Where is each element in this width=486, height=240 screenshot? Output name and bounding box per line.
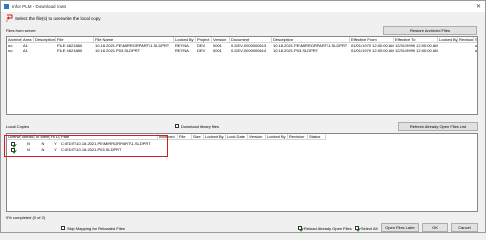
table-cell: 0001 [213, 48, 222, 53]
table-cell: 01/01/1970 12:00:00 AM [351, 48, 394, 53]
highlight-box [4, 135, 168, 157]
table-cell: 10.18.2021.P03.SLDPRT [273, 48, 319, 53]
select-all-label: Select All [361, 226, 378, 231]
reload-open-files-checkbox[interactable] [298, 226, 302, 230]
arrow-red-icon: 2 [6, 14, 13, 22]
restore-archived-button[interactable]: Restore Archived Files [383, 26, 477, 35]
server-files-grid: ArchivedAreaDescriptionFileFile NameLock… [6, 36, 478, 115]
table-cell: 10.18.2021.P03.SLDPRT [95, 48, 141, 53]
select-all-checkbox[interactable] [355, 226, 359, 230]
app-icon [4, 4, 9, 9]
close-icon[interactable]: ✕ [476, 3, 481, 10]
local-column-header[interactable]: Locked By [204, 134, 226, 140]
table-cell: DEV [197, 48, 206, 53]
local-column-header[interactable]: Revision [288, 134, 308, 140]
local-column-header[interactable]: Size [192, 134, 204, 140]
server-files-label: Files from server [6, 28, 36, 33]
table-cell: 0-DEV-0000000614 [231, 48, 267, 53]
table-cell: 12/31/9999 12:00:00 AM [395, 48, 438, 53]
refresh-open-files-button[interactable]: Refresh Already Open Files List [398, 122, 478, 131]
table-cell [34, 48, 56, 54]
table-cell: FILE 4621880 [57, 48, 83, 53]
local-column-header[interactable]: File [178, 134, 192, 140]
download-library-label: Download library files [181, 124, 220, 129]
open-files-later-button[interactable]: Open Files Later [381, 223, 419, 232]
local-copies-label: Local Copies [6, 124, 30, 129]
table-cell: REYNA [175, 48, 189, 53]
local-column-header[interactable]: Version [248, 134, 266, 140]
window-title: Infor PLM - Download rows [12, 4, 67, 9]
progress-text: 0% completed (0 of 2) [6, 215, 46, 220]
ok-button[interactable]: OK [422, 223, 448, 232]
table-cell: A1 [23, 48, 28, 53]
instruction-text: Select the file(s) to overwrite the loca… [15, 16, 101, 21]
table-cell [458, 48, 474, 54]
table-cell [438, 48, 458, 54]
skip-mapping-label: Skip Mapping for Reloaded Files [67, 226, 125, 231]
skip-mapping-checkbox[interactable] [61, 226, 65, 230]
local-column-header[interactable]: Status [308, 134, 326, 140]
table-cell: no [8, 48, 13, 53]
download-dialog: Infor PLM - Download rows ✕ 2 Select the… [0, 0, 486, 233]
title-bar: Infor PLM - Download rows ✕ [1, 1, 485, 12]
download-library-checkbox[interactable] [175, 124, 179, 128]
local-column-header[interactable]: Lock Date [226, 134, 248, 140]
local-column-header[interactable]: Locked By [266, 134, 288, 140]
table-row[interactable]: no A1 FILE 4621880 10.18.2021.P03.SLDPRT REY… [7, 48, 477, 54]
reload-open-files-label: Reload Already Open Files [304, 226, 352, 231]
table-cell: undefined [475, 48, 478, 53]
cancel-button[interactable]: Cancel [451, 223, 478, 232]
